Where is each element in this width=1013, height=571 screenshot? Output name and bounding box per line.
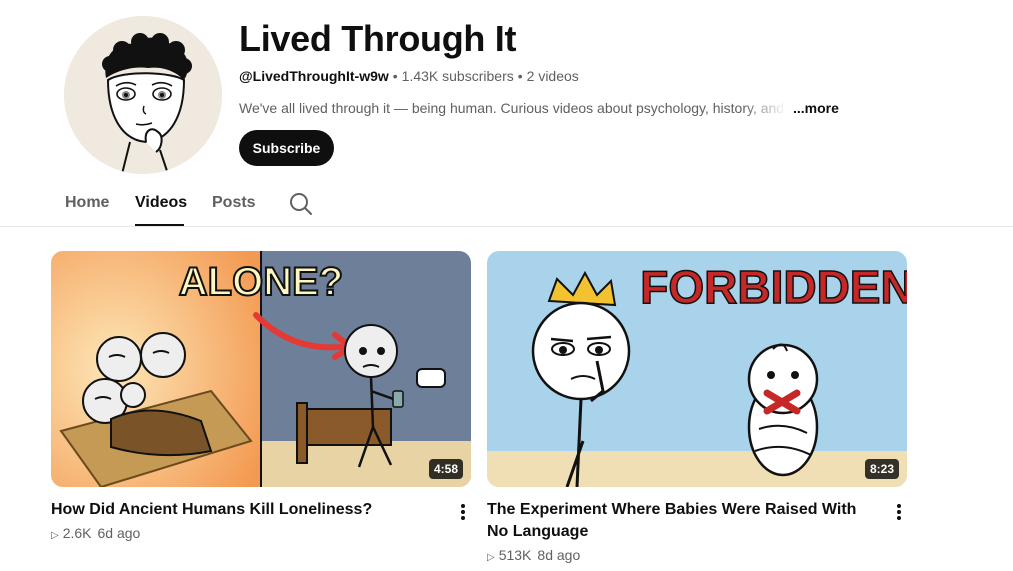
video-thumbnail[interactable]: ALONE? 4:58 [51,251,471,487]
search-icon[interactable] [288,191,314,217]
subscribe-button[interactable]: Subscribe [239,130,334,166]
video-card[interactable]: FORBIDDEN 8:23 The Experiment Where Babi… [487,251,907,563]
video-duration: 4:58 [428,459,463,479]
play-icon: ▷ [51,530,59,541]
active-tab-indicator [135,224,184,226]
thumbnail-caption: ALONE? [179,260,343,304]
video-stats: ▷ 513K 8d ago [487,547,580,563]
view-count: 513K [498,547,532,563]
channel-name: Lived Through It [239,18,517,59]
video-stats: ▷ 2.6K 6d ago [51,525,140,541]
channel-tabs: Home Videos Posts [0,186,1013,227]
upload-age: 8d ago [537,547,581,563]
tab-home[interactable]: Home [65,194,109,212]
more-vert-icon[interactable] [455,501,471,523]
video-duration: 8:23 [864,459,899,479]
video-thumbnail[interactable]: FORBIDDEN 8:23 [487,251,907,487]
view-count: 2.6K [62,525,92,541]
more-link[interactable]: ...more [793,100,839,116]
tab-posts[interactable]: Posts [212,194,256,212]
video-count: 2 videos [526,68,579,84]
subscriber-count: 1.43K subscribers [401,68,514,84]
more-vert-icon[interactable] [891,501,907,523]
video-title[interactable]: How Did Ancient Humans Kill Loneliness? [51,499,431,521]
video-title[interactable]: The Experiment Where Babies Were Raised … [487,499,867,543]
channel-avatar[interactable] [64,16,222,174]
thumbnail-caption: FORBIDDEN [640,261,907,313]
channel-handle: @LivedThroughIt-w9w [239,68,389,84]
channel-meta: @LivedThroughIt-w9w • 1.43K subscribers • 2 … [239,68,579,84]
tab-videos[interactable]: Videos [135,194,187,212]
video-card[interactable]: ALONE? 4:58 How Did Ancient Humans Kill … [51,251,471,541]
play-icon: ▷ [487,552,495,563]
upload-age: 6d ago [97,525,141,541]
description-text: We've all lived through it — being human… [239,100,787,116]
channel-description[interactable]: We've all lived through it — being human… [239,100,839,116]
